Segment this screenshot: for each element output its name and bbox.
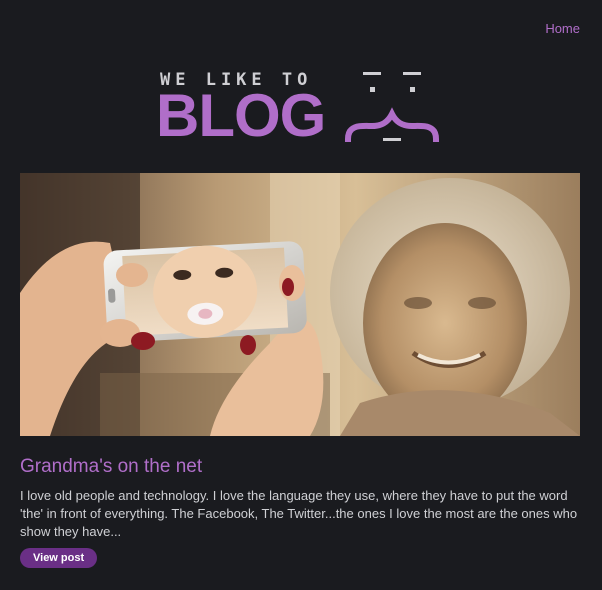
logo-wordmark: BLOG [156, 82, 326, 149]
post-hero-image[interactable] [20, 173, 580, 436]
top-nav: Home [545, 20, 580, 38]
site-logo[interactable]: WE LIKE TO BLOG [156, 66, 446, 148]
post-excerpt: I love old people and technology. I love… [20, 488, 578, 539]
post-title[interactable]: Grandma's on the net [20, 456, 202, 478]
smiley-face-icon [344, 72, 440, 143]
nav-home-link[interactable]: Home [545, 21, 580, 36]
view-post-button[interactable]: View post [20, 548, 98, 568]
